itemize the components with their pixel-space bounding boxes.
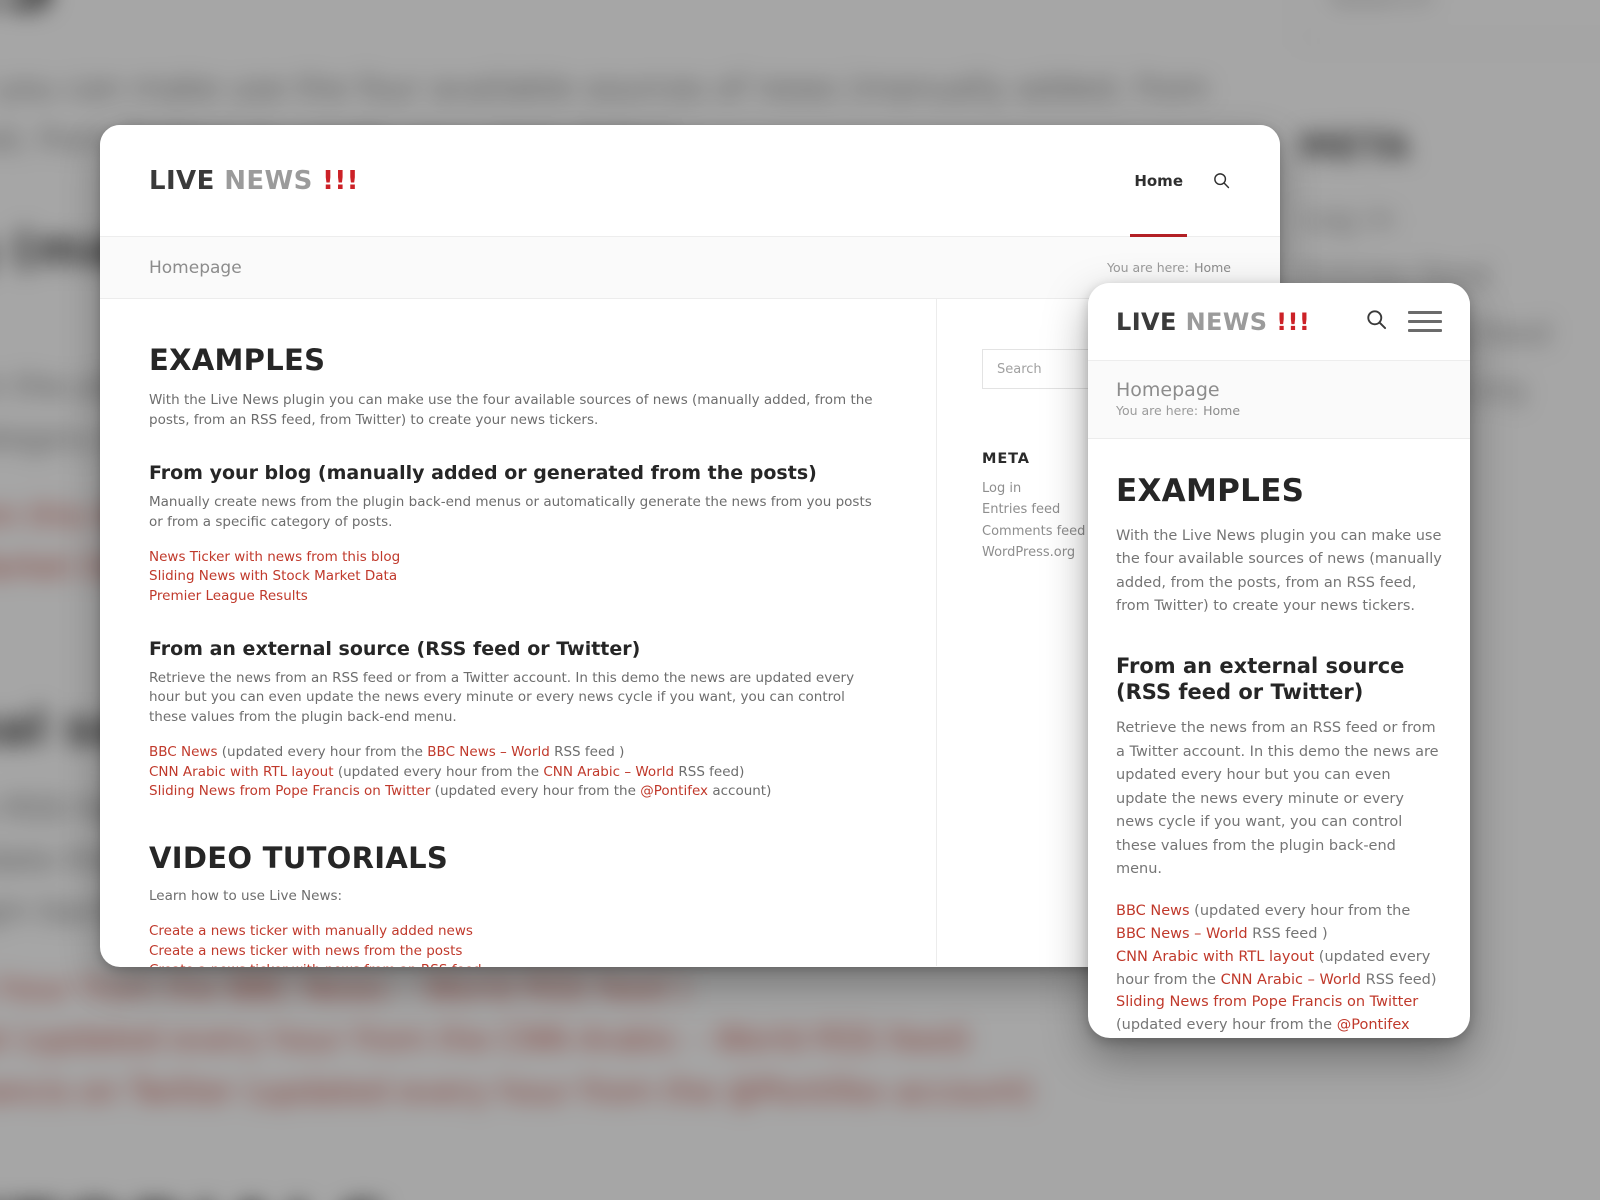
background-link: Sliding News from Pope Francis on Twitte… [0,1072,1034,1110]
background-h1: EXAMPLES [0,0,1228,29]
section-paragraph-external: Retrieve the news from an RSS feed or fr… [149,669,855,725]
search-icon[interactable] [1213,172,1230,189]
background-search-field: Search [1299,0,1600,46]
link-news-ticker-blog[interactable]: News Ticker with news from this blog [149,549,400,565]
search-icon[interactable] [1366,309,1387,334]
row-mid-text: (updated every hour from the [333,763,544,780]
mobile-section-paragraph-external: Retrieve the news from an RSS feed or fr… [1116,720,1439,878]
section-heading-blog: From your blog (manually added or genera… [149,462,817,485]
hamburger-bar [1408,311,1442,314]
background-meta-title: META [1299,126,1411,168]
section-heading-video: VIDEO TUTORIALS [149,840,449,875]
list-item: Create a news ticker with news from an R… [149,961,886,967]
logo-bangs: !!! [1276,307,1311,336]
mobile-main-content: EXAMPLES With the Live News plugin you c… [1088,439,1470,1038]
list-item: Sliding News with Stock Market Data [149,567,886,586]
background-search-placeholder: Search [1328,0,1433,14]
list-item: Premier League Results [149,587,886,606]
link-sliding-news-stock[interactable]: Sliding News with Stock Market Data [149,568,397,584]
list-item: Sliding News from Pope Francis on Twitte… [1116,991,1442,1038]
link-tutorial-rss[interactable]: Create a news ticker with news from an R… [149,962,482,967]
section-paragraph-blog: Manually create news from the plugin bac… [149,494,872,530]
mobile-breadcrumb-title: Homepage [1116,379,1220,401]
hamburger-bar [1408,329,1442,332]
list-item: BBC News (updated every hour from the BB… [149,743,886,762]
breadcrumb-title: Homepage [149,257,242,278]
list-item: Create a news ticker with manually added… [149,922,886,941]
hamburger-menu-icon[interactable] [1408,305,1442,338]
list-item: BBC News (updated every hour from the BB… [1116,900,1442,946]
nav-item-home-label: Home [1134,171,1183,190]
background-meta-item: Log in [1299,201,1396,238]
mobile-intro-paragraph: With the Live News plugin you can make u… [1116,528,1442,615]
section-paragraph-video: Learn how to use Live News: [149,887,343,904]
row-mid-text: (updated every hour from the [1116,1017,1337,1034]
row-tail-text: RSS feed) [1361,971,1437,988]
mobile-preview-window: LIVE NEWS !!! Homepage You are here: Hom… [1088,283,1470,1038]
mobile-external-link-list: BBC News (updated every hour from the BB… [1116,900,1442,1038]
mobile-breadcrumb-prefix: You are here: [1116,403,1199,418]
mobile-section-heading-external: From an external source (RSS feed or Twi… [1116,653,1405,705]
background-link: BBC News (updated every hour from the BB… [0,970,690,1008]
row-tail-text: RSS feed) [674,763,745,780]
breadcrumb-prefix: You are here: [1106,260,1190,275]
mobile-link-bbc-news[interactable]: BBC News [1116,903,1190,919]
row-mid-text: (updated every hour from the [1189,902,1411,919]
mobile-breadcrumb-you-are-here: You are here: Home [1116,403,1442,418]
section-heading-external: From an external source (RSS feed or Twi… [149,637,641,660]
search-input-placeholder: Search [997,361,1042,377]
desktop-site-header: LIVE NEWS !!! Home [100,125,1280,237]
primary-navigation: Home [1130,125,1230,237]
link-premier-league[interactable]: Premier League Results [149,588,308,604]
row-mid-text: (updated every hour from the [217,744,428,761]
logo-news: NEWS [224,165,313,196]
mobile-site-header: LIVE NEWS !!! [1088,283,1470,361]
link-cnn-arabic-world[interactable]: CNN Arabic – World [543,764,674,780]
mobile-breadcrumb-bar: Homepage You are here: Home [1088,361,1470,439]
logo-bangs: !!! [322,165,359,196]
breadcrumb-you-are-here: You are here: Home [1107,260,1231,275]
mobile-link-pontifex[interactable]: @Pontifex [1337,1017,1410,1033]
page-title: EXAMPLES [149,343,326,377]
row-tail-text: RSS feed ) [549,744,625,761]
mobile-page-title: EXAMPLES [1116,473,1305,509]
intro-paragraph: With the Live News plugin you can make u… [149,392,873,428]
logo-news: NEWS [1185,307,1268,336]
mobile-breadcrumb-current: Home [1203,403,1241,418]
blog-link-list: News Ticker with news from this blog Sli… [149,548,886,605]
list-item: CNN Arabic with RTL layout (updated ever… [1116,946,1442,992]
background-h1-video: VIDEO TUTORIALS [0,1188,1228,1200]
logo-live: LIVE [149,165,215,196]
link-bbc-news[interactable]: BBC News [149,744,217,760]
desktop-main-content: EXAMPLES With the Live News plugin you c… [100,299,936,967]
mobile-header-actions [1366,305,1442,338]
nav-item-home[interactable]: Home [1130,125,1187,237]
mobile-link-cnn-arabic-world[interactable]: CNN Arabic – World [1221,972,1361,988]
link-bbc-news-world[interactable]: BBC News – World [427,744,550,760]
row-tail-text: account) [708,782,772,799]
hamburger-bar [1408,320,1442,323]
mobile-site-logo[interactable]: LIVE NEWS !!! [1116,308,1310,336]
link-pope-francis-twitter[interactable]: Sliding News from Pope Francis on Twitte… [149,783,430,799]
list-item: Create a news ticker with news from the … [149,942,886,961]
external-link-list: BBC News (updated every hour from the BB… [149,743,886,800]
link-tutorial-posts[interactable]: Create a news ticker with news from the … [149,943,462,959]
list-item: Sliding News from Pope Francis on Twitte… [149,782,886,801]
list-item: News Ticker with news from this blog [149,548,886,567]
mobile-link-cnn-arabic-rtl[interactable]: CNN Arabic with RTL layout [1116,949,1314,965]
link-tutorial-manual[interactable]: Create a news ticker with manually added… [149,923,473,939]
list-item: CNN Arabic with RTL layout (updated ever… [149,763,886,782]
site-logo[interactable]: LIVE NEWS !!! [149,166,359,196]
video-link-list: Create a news ticker with manually added… [149,922,886,967]
row-mid-text: (updated every hour from the [430,782,641,799]
breadcrumb-current: Home [1194,260,1231,275]
link-pontifex[interactable]: @Pontifex [640,783,708,799]
mobile-link-pope-francis-twitter[interactable]: Sliding News from Pope Francis on Twitte… [1116,994,1418,1010]
background-link: CNN Arabic with RTL layout (updated ever… [0,1021,971,1059]
row-tail-text: RSS feed ) [1247,925,1328,942]
screenshot-stage: LIVE NEWS !!! Homepage EXAMPLES With the… [0,0,1600,1200]
logo-live: LIVE [1116,307,1177,336]
link-cnn-arabic-rtl[interactable]: CNN Arabic with RTL layout [149,764,334,780]
mobile-link-bbc-news-world[interactable]: BBC News – World [1116,926,1248,942]
